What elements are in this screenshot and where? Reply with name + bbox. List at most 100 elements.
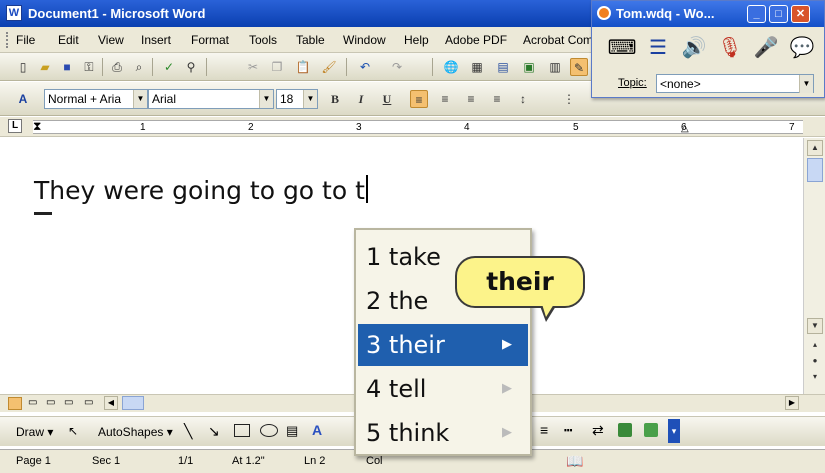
align-right-icon[interactable]: ≡ xyxy=(462,90,480,108)
menu-table[interactable]: Table xyxy=(296,33,325,47)
chevron-down-icon: ▼ xyxy=(303,90,317,108)
speech-bubble-icon[interactable]: 💬 xyxy=(786,31,818,65)
print-layout-icon[interactable]: ▭ xyxy=(46,397,55,408)
research-icon[interactable]: ⚲ xyxy=(182,58,200,76)
save-icon[interactable]: ■ xyxy=(58,58,76,76)
scroll-up-icon[interactable]: ▲ xyxy=(807,140,823,156)
web-layout-icon[interactable]: ▭ xyxy=(28,397,37,408)
speaker-icon[interactable]: 🔊 xyxy=(678,31,710,65)
italic-button[interactable]: I xyxy=(352,90,370,108)
3d-style-icon[interactable] xyxy=(644,423,658,437)
select-objects-icon[interactable]: ↖ xyxy=(68,424,78,438)
print-preview-icon[interactable]: ⌕ xyxy=(130,58,148,76)
numbering-icon[interactable]: ⋮ xyxy=(560,90,578,108)
line-style-icon[interactable]: ≡ xyxy=(540,422,548,438)
scroll-right-icon[interactable]: ▶ xyxy=(785,396,799,410)
speech-recognition-icon[interactable]: 🎤 xyxy=(750,31,782,65)
prediction-item[interactable]: 4 tell ▶ xyxy=(358,368,528,410)
vertical-scrollbar[interactable]: ▲ ▼ ▴ ● ▾ xyxy=(803,138,825,394)
toolbar-grip[interactable] xyxy=(6,32,9,48)
draw-menu-button[interactable]: Draw ▾ xyxy=(16,425,53,439)
bold-button[interactable]: B xyxy=(326,90,344,108)
arrow-icon[interactable]: ↘ xyxy=(208,423,220,440)
align-center-icon[interactable]: ≡ xyxy=(436,90,454,108)
menu-acrobat-comments[interactable]: Acrobat Com xyxy=(523,33,593,47)
toolbar-options-icon[interactable]: ▾ xyxy=(668,419,680,443)
format-painter-icon[interactable]: 🖌 xyxy=(320,58,338,76)
scroll-down-icon[interactable]: ▼ xyxy=(807,318,823,334)
paste-icon[interactable]: 📋 xyxy=(294,58,312,76)
horizontal-scroll-thumb[interactable] xyxy=(122,396,144,410)
new-document-icon[interactable]: ▯ xyxy=(14,58,32,76)
arrow-style-icon[interactable]: ⇄ xyxy=(592,422,604,439)
outline-view-icon[interactable]: ▭ xyxy=(64,397,73,408)
close-button[interactable]: ✕ xyxy=(791,5,810,23)
menu-help[interactable]: Help xyxy=(404,33,429,47)
wordart-icon[interactable]: A xyxy=(312,422,322,438)
insert-table-icon[interactable]: ▤ xyxy=(494,58,512,76)
horizontal-ruler[interactable]: L 1 2 3 4 5 6 7 ⧗ △ xyxy=(0,117,825,137)
minimize-button[interactable]: _ xyxy=(747,5,766,23)
align-left-icon[interactable]: ≡ xyxy=(410,90,428,108)
menu-adobe-pdf[interactable]: Adobe PDF xyxy=(445,33,507,47)
columns-icon[interactable]: ▥ xyxy=(546,58,564,76)
spelling-icon[interactable]: ✓ xyxy=(160,58,178,76)
shadow-style-icon[interactable] xyxy=(618,423,632,437)
next-page-icon[interactable]: ▾ xyxy=(807,370,823,386)
insert-hyperlink-icon[interactable]: 🌐 xyxy=(442,58,460,76)
menu-view[interactable]: View xyxy=(98,33,124,47)
prediction-item[interactable]: 5 think ▶ xyxy=(358,412,528,454)
redo-icon[interactable]: ↷ xyxy=(388,58,406,76)
copy-icon[interactable]: ❐ xyxy=(268,58,286,76)
open-folder-icon[interactable]: ▰ xyxy=(36,58,54,76)
menu-window[interactable]: Window xyxy=(343,33,386,47)
menu-edit[interactable]: Edit xyxy=(58,33,79,47)
drawing-icon[interactable]: ✎ xyxy=(570,58,588,76)
keyboard-icon[interactable]: ⌨ xyxy=(606,31,638,65)
line-icon[interactable]: ╲ xyxy=(184,423,192,440)
spelling-status-icon[interactable]: 📖 xyxy=(566,453,583,470)
topic-dropdown[interactable]: <none> ▼ xyxy=(656,74,814,93)
cut-icon[interactable]: ✂ xyxy=(244,58,262,76)
normal-view-icon[interactable] xyxy=(8,397,22,410)
word-list-icon[interactable]: ☰ xyxy=(642,31,674,65)
justify-icon[interactable]: ≡ xyxy=(488,90,506,108)
play-arrow-icon[interactable]: ▶ xyxy=(502,324,512,366)
font-dropdown[interactable]: Arial ▼ xyxy=(148,89,274,109)
line-spacing-icon[interactable]: ↕ xyxy=(514,90,532,108)
play-arrow-icon[interactable]: ▶ xyxy=(502,412,512,454)
menu-file[interactable]: File xyxy=(16,33,35,47)
play-arrow-icon[interactable]: ▶ xyxy=(502,368,512,410)
text-box-icon[interactable]: ▤ xyxy=(286,423,298,439)
oval-icon[interactable] xyxy=(260,424,278,437)
tables-borders-icon[interactable]: ▦ xyxy=(468,58,486,76)
rectangle-icon[interactable] xyxy=(234,424,250,437)
maximize-button[interactable]: □ xyxy=(769,5,788,23)
undo-icon[interactable]: ↶ xyxy=(356,58,374,76)
insert-excel-icon[interactable]: ▣ xyxy=(520,58,538,76)
scroll-thumb[interactable] xyxy=(807,158,823,182)
previous-page-icon[interactable]: ▴ xyxy=(807,338,823,354)
floating-title-bar[interactable]: Tom.wdq - Wo... _ □ ✕ xyxy=(592,1,824,27)
scroll-left-icon[interactable]: ◀ xyxy=(104,396,118,410)
select-browse-object-icon[interactable]: ● xyxy=(807,354,823,370)
document-text-line[interactable]: They were going to go to t xyxy=(34,175,368,205)
prediction-item-selected[interactable]: 3 their ▶ xyxy=(358,324,528,366)
menu-format[interactable]: Format xyxy=(191,33,229,47)
indent-marker-icon[interactable]: ⧗ xyxy=(33,119,41,134)
print-icon[interactable]: ⎙ xyxy=(108,58,126,76)
permission-icon[interactable]: ⚿ xyxy=(80,58,98,76)
menu-tools[interactable]: Tools xyxy=(249,33,277,47)
underline-button[interactable]: U xyxy=(378,90,396,108)
microphone-icon[interactable]: 🎙 xyxy=(714,31,746,65)
dash-style-icon[interactable]: ┅ xyxy=(564,422,572,439)
tab-selector-icon[interactable]: L xyxy=(8,119,22,133)
prediction-number: 4 xyxy=(366,375,382,403)
reading-layout-icon[interactable]: ▭ xyxy=(84,397,93,408)
autoshapes-menu-button[interactable]: AutoShapes ▾ xyxy=(98,425,173,439)
font-size-dropdown[interactable]: 18 ▼ xyxy=(276,89,318,109)
menu-insert[interactable]: Insert xyxy=(141,33,171,47)
style-dropdown[interactable]: Normal + Aria ▼ xyxy=(44,89,148,109)
right-indent-icon[interactable]: △ xyxy=(681,123,689,134)
styles-formatting-icon[interactable]: A xyxy=(14,90,32,108)
